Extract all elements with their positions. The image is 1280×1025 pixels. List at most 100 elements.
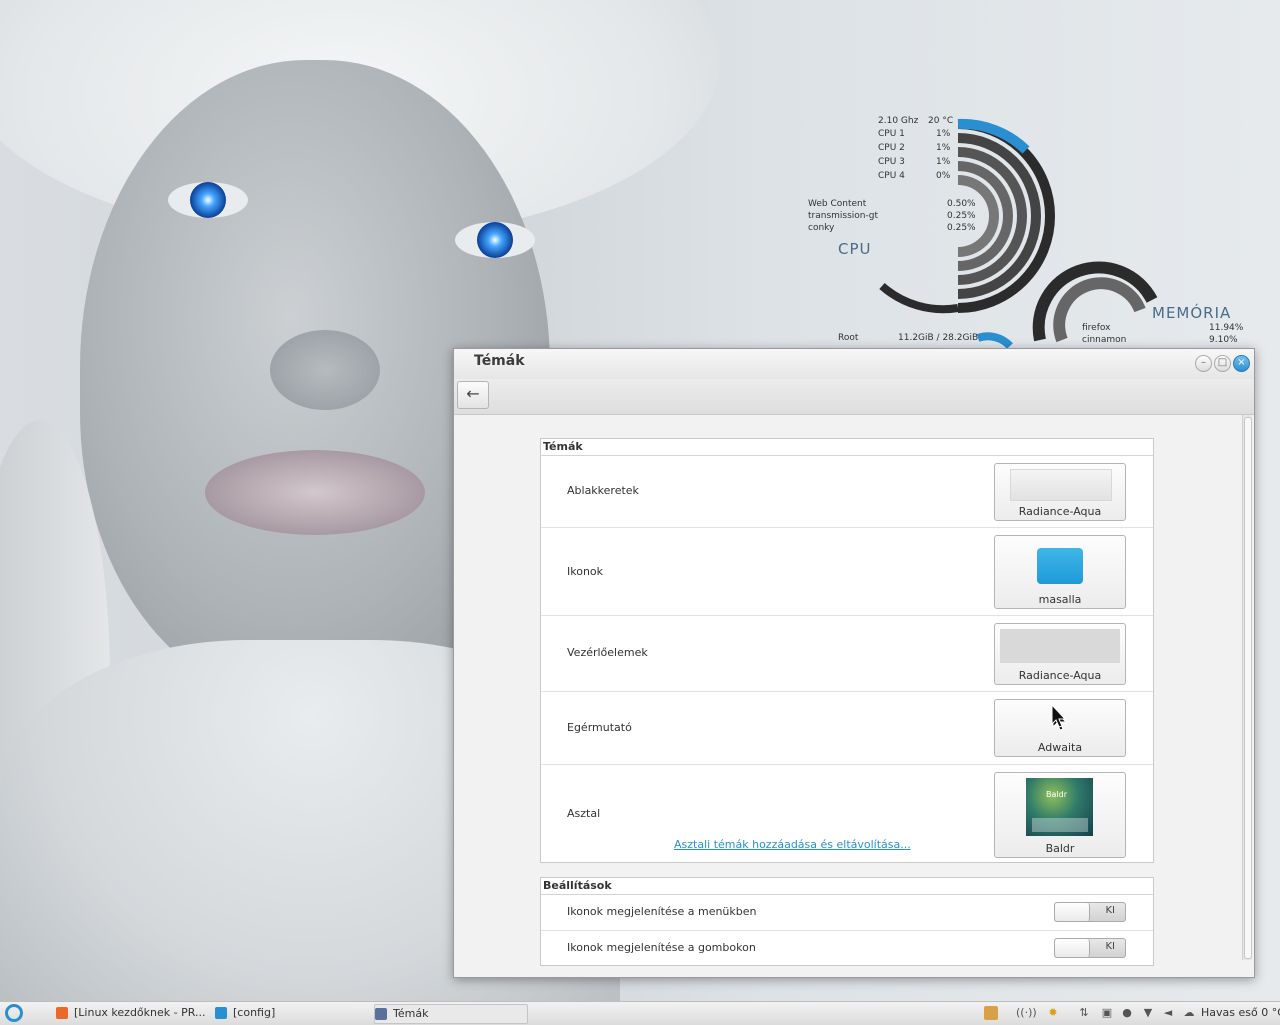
wallpaper-lips: [205, 450, 425, 535]
menu-button[interactable]: [5, 1004, 23, 1022]
conky-proc-name: transmission-gt: [808, 211, 878, 221]
manage-desktop-themes-link[interactable]: Asztali témák hozzáadása és eltávolítása…: [674, 838, 911, 851]
wifi-icon[interactable]: ▼: [1141, 1006, 1155, 1020]
chooser-value: Radiance-Aqua: [1018, 669, 1102, 682]
arrow-left-icon: ←: [466, 384, 480, 403]
mouse-cursor-icon: [1051, 704, 1067, 728]
conky-widget: 2.10 Ghz 20 °C CPU 1 1% CPU 2 1% CPU 3 1…: [800, 110, 1260, 350]
conky-proc-name: conky: [808, 223, 835, 233]
settings-icon: [375, 1008, 387, 1020]
theme-preview: Baldr: [1026, 778, 1093, 836]
network-icon[interactable]: ((·)): [1016, 1006, 1037, 1020]
scrollbar-thumb[interactable]: [1244, 417, 1252, 959]
conky-proc-value: 0.50%: [947, 199, 976, 209]
transfer-icon[interactable]: ⇅: [1077, 1006, 1091, 1020]
conky-cpu-title: CPU: [838, 240, 872, 258]
conky-mem-proc-name: cinnamon: [1082, 335, 1127, 345]
icons-chooser[interactable]: masalla: [994, 535, 1126, 609]
conky-memory-title: MEMÓRIA: [1152, 304, 1232, 322]
setting-row-menu-icons: Ikonok megjelenítése a menükben KI: [541, 895, 1153, 931]
settings-section: Beállítások Ikonok megjelenítése a menük…: [540, 877, 1154, 966]
conky-cpu-value: 1%: [936, 129, 951, 139]
chooser-value: masalla: [1038, 593, 1082, 606]
window-title: Témák: [474, 353, 525, 369]
wallpaper-eye-left: [168, 182, 248, 218]
setting-label: Ikonok megjelenítése a gombokon: [567, 941, 756, 954]
conky-cpu-label: CPU 1: [878, 129, 905, 139]
volume-icon[interactable]: ◄: [1161, 1006, 1175, 1020]
conky-temp: 20 °C: [928, 116, 954, 126]
removable-drive-icon[interactable]: ▣: [1100, 1006, 1114, 1020]
themes-window: Témák – □ × ← Témák Ablakkeretek Radianc…: [453, 348, 1255, 978]
wallpaper-eye-right: [455, 222, 535, 258]
window-borders-chooser[interactable]: Radiance-Aqua: [994, 463, 1126, 521]
desktop-chooser[interactable]: Baldr Baldr: [994, 772, 1126, 858]
conky-cpu-label: CPU 4: [878, 171, 905, 181]
preview-title: Baldr: [1046, 790, 1067, 799]
taskbar-item-label: [Linux kezdőknek - PR...: [74, 1006, 206, 1019]
controls-chooser[interactable]: Radiance-Aqua: [994, 623, 1126, 685]
theme-row-icons: Ikonok masalla: [541, 528, 1153, 616]
window-scrollbar[interactable]: [1242, 415, 1252, 960]
menu-icons-toggle[interactable]: KI: [1054, 902, 1126, 922]
theme-row-window-borders: Ablakkeretek Radiance-Aqua: [541, 456, 1153, 528]
toggle-state: KI: [1105, 905, 1115, 916]
folder-icon: [215, 1007, 227, 1019]
conky-disk-value: 11.2GiB / 28.2GiB: [898, 333, 979, 343]
themes-content: Témák Ablakkeretek Radiance-Aqua Ikonok …: [454, 415, 1240, 977]
button-icons-toggle[interactable]: KI: [1054, 938, 1126, 958]
window-titlebar[interactable]: Témák – □ ×: [454, 349, 1254, 379]
conky-proc-value: 0.25%: [947, 223, 976, 233]
setting-label: Ikonok megjelenítése a menükben: [567, 905, 757, 918]
taskbar-item-label: Témák: [393, 1007, 429, 1020]
conky-freq: 2.10 Ghz: [878, 116, 919, 126]
window-toolbar: ←: [454, 379, 1254, 415]
preview-panel: [1032, 818, 1088, 832]
conky-cpu-label: CPU 3: [878, 157, 905, 167]
theme-row-label: Ablakkeretek: [567, 484, 639, 497]
theme-row-label: Ikonok: [567, 565, 604, 578]
theme-row-desktop: Asztal Asztali témák hozzáadása és eltáv…: [541, 765, 1153, 864]
maximize-button[interactable]: □: [1214, 355, 1231, 372]
conky-cpu-value: 0%: [936, 171, 951, 181]
conky-cpu-value: 1%: [936, 143, 951, 153]
setting-row-button-icons: Ikonok megjelenítése a gombokon KI: [541, 931, 1153, 966]
theme-preview: [1000, 629, 1120, 663]
conky-mem-proc-value: 9.10%: [1209, 335, 1238, 345]
back-button[interactable]: ←: [457, 381, 489, 409]
toggle-knob: [1055, 939, 1090, 957]
sun-icon[interactable]: ✹: [1046, 1006, 1060, 1020]
conky-cpu-value: 1%: [936, 157, 951, 167]
themes-section: Témák Ablakkeretek Radiance-Aqua Ikonok …: [540, 438, 1154, 863]
theme-row-label: Vezérlőelemek: [567, 646, 648, 659]
taskbar-item-label: [config]: [233, 1006, 276, 1019]
user-icon[interactable]: ●: [1120, 1006, 1134, 1020]
taskbar-item-themes[interactable]: Témák: [374, 1004, 528, 1024]
weather-icon[interactable]: ☁: [1182, 1006, 1196, 1020]
conky-disk-label: Root: [838, 333, 859, 343]
toggle-state: KI: [1105, 941, 1115, 952]
chooser-value: Radiance-Aqua: [1018, 505, 1102, 518]
taskbar-item-files[interactable]: [config]: [215, 1004, 373, 1022]
chooser-value: Baldr: [1045, 842, 1075, 855]
theme-row-controls: Vezérlőelemek Radiance-Aqua: [541, 616, 1153, 692]
conky-proc-value: 0.25%: [947, 211, 976, 221]
conky-proc-name: Web Content: [808, 199, 867, 209]
update-icon[interactable]: [984, 1006, 998, 1020]
theme-row-label: Asztal: [567, 807, 601, 820]
folder-icon: [1037, 548, 1083, 584]
theme-row-label: Egérmutató: [567, 721, 632, 734]
close-button[interactable]: ×: [1233, 355, 1250, 372]
chooser-value: Adwaita: [1037, 741, 1083, 754]
wallpaper-nose: [270, 330, 380, 410]
settings-section-header: Beállítások: [541, 878, 1153, 895]
toggle-knob: [1055, 903, 1090, 921]
themes-section-header: Témák: [541, 439, 1153, 456]
minimize-button[interactable]: –: [1195, 355, 1212, 372]
taskbar-item-firefox[interactable]: [Linux kezdőknek - PR...: [56, 1004, 214, 1022]
firefox-icon: [56, 1007, 68, 1019]
conky-mem-proc-value: 11.94%: [1209, 323, 1244, 333]
theme-preview: [1010, 469, 1112, 501]
weather-text[interactable]: Havas eső 0 °C: [1201, 1006, 1280, 1019]
conky-cpu-label: CPU 2: [878, 143, 905, 153]
